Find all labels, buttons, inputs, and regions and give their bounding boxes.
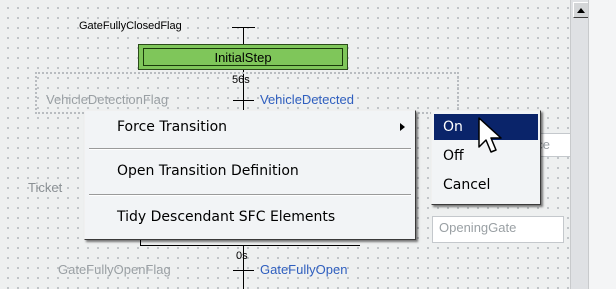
open-transition-definition-label: Open Transition Definition (117, 163, 299, 179)
tidy-descendant-sfc-label: Tidy Descendant SFC Elements (117, 209, 336, 225)
opening-gate-step[interactable]: OpeningGate (432, 216, 564, 243)
force-transition-label: Force Transition (117, 119, 228, 135)
transition-bar (233, 100, 254, 101)
connector-tick (232, 27, 255, 28)
open-transition-definition-menu-item[interactable]: Open Transition Definition (87, 158, 413, 184)
gate-fully-open-flag-label: GateFullyOpenFlag (58, 262, 171, 277)
vehicle-detection-flag-label: VehicleDetectionFlag (46, 92, 169, 107)
menu-separator (89, 148, 411, 150)
connector-line (243, 27, 244, 44)
right-panel (588, 0, 616, 289)
initial-step-label: InitialStep (143, 48, 343, 66)
step-box-bottom-edge (140, 245, 360, 246)
sfc-canvas[interactable]: GateFullyClosedFlag InitialStep 56s Vehi… (0, 0, 570, 289)
opening-gate-label: OpeningGate (439, 220, 517, 235)
up-arrow-icon (577, 8, 585, 13)
submenu-arrow-icon (400, 123, 405, 131)
submenu-cancel-label: Cancel (443, 177, 491, 193)
submenu-off-label: Off (443, 148, 464, 164)
context-menu: Force Transition Open Transition Definit… (84, 110, 416, 240)
tidy-descendant-sfc-menu-item[interactable]: Tidy Descendant SFC Elements (87, 204, 413, 230)
scroll-up-button[interactable] (573, 2, 589, 18)
gate-fully-open-transition[interactable]: GateFullyOpen (260, 262, 347, 277)
initial-step-box[interactable]: InitialStep (138, 44, 348, 70)
gate-fully-closed-flag-label: GateFullyClosedFlag (79, 20, 182, 32)
timer-bottom-label: 0s (236, 250, 248, 262)
vehicle-detected-transition[interactable]: VehicleDetected (260, 92, 354, 107)
submenu-item-cancel[interactable]: Cancel (434, 172, 538, 198)
menu-separator (89, 194, 411, 196)
mouse-pointer-icon (478, 117, 502, 153)
ticket-label: Ticket (28, 180, 63, 195)
scrollbar-track[interactable] (570, 0, 589, 289)
vertical-scrollbar-area (570, 0, 616, 289)
force-transition-menu-item[interactable]: Force Transition (87, 114, 413, 140)
bottom-transition-bar (233, 270, 254, 271)
submenu-on-label: On (443, 119, 463, 135)
